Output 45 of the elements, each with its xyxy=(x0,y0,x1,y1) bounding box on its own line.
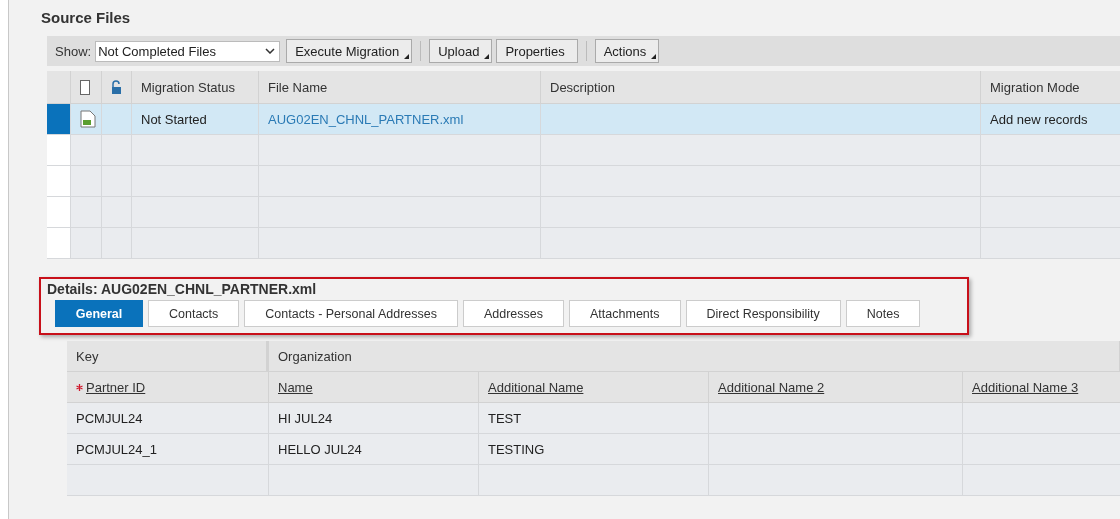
row-selector[interactable] xyxy=(47,104,71,135)
chevron-down-icon xyxy=(265,48,276,54)
group-header: Organization xyxy=(269,341,1120,372)
toolbar-button[interactable]: Execute Migration xyxy=(286,39,413,63)
tab[interactable]: Contacts - Personal Addresses xyxy=(244,300,458,327)
show-label: Show: xyxy=(55,43,92,59)
table-cell: HI JUL24 xyxy=(269,403,479,434)
tab[interactable]: Notes xyxy=(845,300,921,327)
column-header[interactable]: File Name xyxy=(259,71,541,104)
table-cell: TESTING xyxy=(479,434,709,465)
table-cell xyxy=(71,228,102,259)
table-cell: Not Started xyxy=(132,104,259,135)
column-header[interactable]: Additional Name xyxy=(479,372,709,403)
section-title: Source Files xyxy=(40,8,132,28)
table-cell xyxy=(102,135,132,166)
unlocked-padlock-icon xyxy=(111,79,122,95)
toolbar-button[interactable]: Properties xyxy=(496,39,578,63)
table-cell: HELLO JUL24 xyxy=(269,434,479,465)
tab[interactable]: Direct Responsibility xyxy=(685,300,841,327)
group-header: Key xyxy=(67,341,269,372)
spreadsheet-file-icon xyxy=(80,110,96,128)
table-cell: Add new records xyxy=(981,104,1120,135)
details-title: Details: AUG02EN_CHNL_PARTNER.xml xyxy=(47,281,318,297)
tab[interactable]: Attachments xyxy=(569,300,681,327)
table-cell xyxy=(102,228,132,259)
tab[interactable]: Contacts xyxy=(148,300,240,327)
table-cell: PCMJUL24 xyxy=(67,403,269,434)
column-header[interactable]: Description xyxy=(541,71,981,104)
table-cell xyxy=(71,166,102,197)
tab[interactable]: Addresses xyxy=(462,300,565,327)
column-header[interactable]: Migration Status xyxy=(132,71,259,104)
column-header[interactable]: Additional Name 3 xyxy=(963,372,1120,403)
toolbar-button[interactable]: Upload xyxy=(429,39,493,63)
tab[interactable]: General xyxy=(55,300,143,327)
table-cell xyxy=(71,197,102,228)
show-dropdown[interactable]: Not Completed Files xyxy=(95,40,281,62)
table-cell: PCMJUL24_1 xyxy=(67,434,269,465)
toolbar-button[interactable]: Actions xyxy=(594,39,660,63)
column-header[interactable]: Migration Mode xyxy=(981,71,1120,104)
file-link[interactable]: AUG02EN_CHNL_PARTNER.xml xyxy=(268,111,464,127)
column-header[interactable]: Additional Name 2 xyxy=(709,372,963,403)
column-header[interactable]: Partner ID xyxy=(67,372,269,403)
table-cell: TEST xyxy=(479,403,709,434)
column-header[interactable]: Name xyxy=(269,372,479,403)
select-all-checkbox[interactable] xyxy=(80,79,90,95)
